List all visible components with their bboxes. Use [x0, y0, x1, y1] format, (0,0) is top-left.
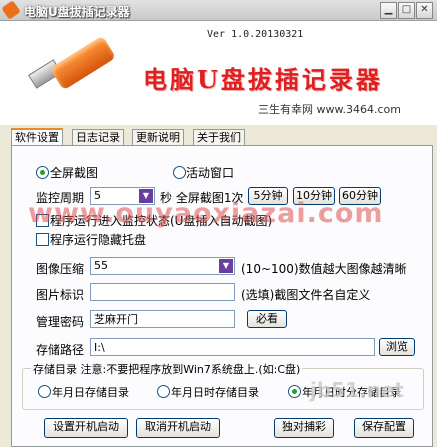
exclusive-button[interactable]: 独对捕彩 — [274, 418, 334, 438]
password-input[interactable]: 芝麻开门 — [90, 310, 235, 328]
usb-app-icon — [1, 0, 21, 20]
website-label: 三生有幸网 www.3464.com — [258, 103, 401, 116]
watermark-text: www.ouyaoxiazai.com — [28, 198, 384, 229]
dir-ymdh-label: 年月日时存储目录 — [171, 386, 259, 399]
compression-label: 图像压缩 — [36, 262, 85, 276]
image-tag-label: 图片标识 — [36, 288, 85, 302]
compression-hint: (10~100)数值越大图像越清晰 — [241, 262, 407, 276]
dir-ymdh-radio[interactable] — [157, 385, 170, 398]
maximize-button[interactable]: □ — [398, 2, 415, 19]
dir-ymd-radio[interactable] — [38, 385, 51, 398]
dropdown-arrow-icon: ▼ — [219, 259, 233, 273]
tab-changelog[interactable]: 更新说明 — [132, 129, 184, 145]
save-config-button[interactable]: 保存配置 — [354, 418, 414, 438]
usb-drive-icon — [22, 35, 122, 91]
storage-path-label: 存储路径 — [36, 343, 85, 357]
active-window-label: 活动窗口 — [186, 166, 235, 180]
cancel-startup-button[interactable]: 取消开机启动 — [136, 418, 220, 438]
image-tag-input[interactable] — [90, 283, 235, 301]
must-read-button[interactable]: 必看 — [247, 310, 287, 328]
corner-watermark: jb51.net — [310, 378, 404, 402]
tab-log[interactable]: 日志记录 — [72, 129, 124, 145]
full-screen-radio[interactable] — [36, 166, 49, 179]
image-tag-hint: (选填)截图文件名自定义 — [241, 288, 371, 302]
password-label: 管理密码 — [36, 315, 85, 329]
set-startup-button[interactable]: 设置开机启动 — [44, 418, 128, 438]
full-screen-label: 全屏截图 — [50, 166, 99, 180]
storage-path-input[interactable]: I:\ — [90, 338, 375, 356]
dir-ymd-label: 年月日存储目录 — [52, 386, 129, 399]
window-title: 电脑U盘拔插记录器 — [24, 5, 130, 19]
title-bar: 电脑U盘拔插记录器 ▁ □ ✕ — [0, 0, 437, 21]
hide-tray-checkbox[interactable] — [36, 233, 49, 246]
minimize-button[interactable]: ▁ — [380, 2, 397, 19]
compression-select[interactable]: 55 ▼ — [90, 257, 235, 275]
compression-value: 55 — [94, 259, 108, 272]
browse-button[interactable]: 浏览 — [379, 338, 415, 356]
tab-about[interactable]: 关于我们 — [193, 129, 245, 145]
dir-ymdhm-radio[interactable] — [288, 385, 301, 398]
directory-group-label: 存储目录 注意:不要把程序放到Win7系统盘上.(如:C盘) — [31, 361, 303, 377]
version-label: Ver 1.0.20130321 — [207, 29, 304, 40]
close-button[interactable]: ✕ — [416, 2, 433, 19]
active-window-radio[interactable] — [173, 166, 186, 179]
hide-tray-label: 程序运行隐藏托盘 — [50, 233, 147, 247]
app-title: 电脑U盘拔插记录器 — [143, 65, 383, 94]
